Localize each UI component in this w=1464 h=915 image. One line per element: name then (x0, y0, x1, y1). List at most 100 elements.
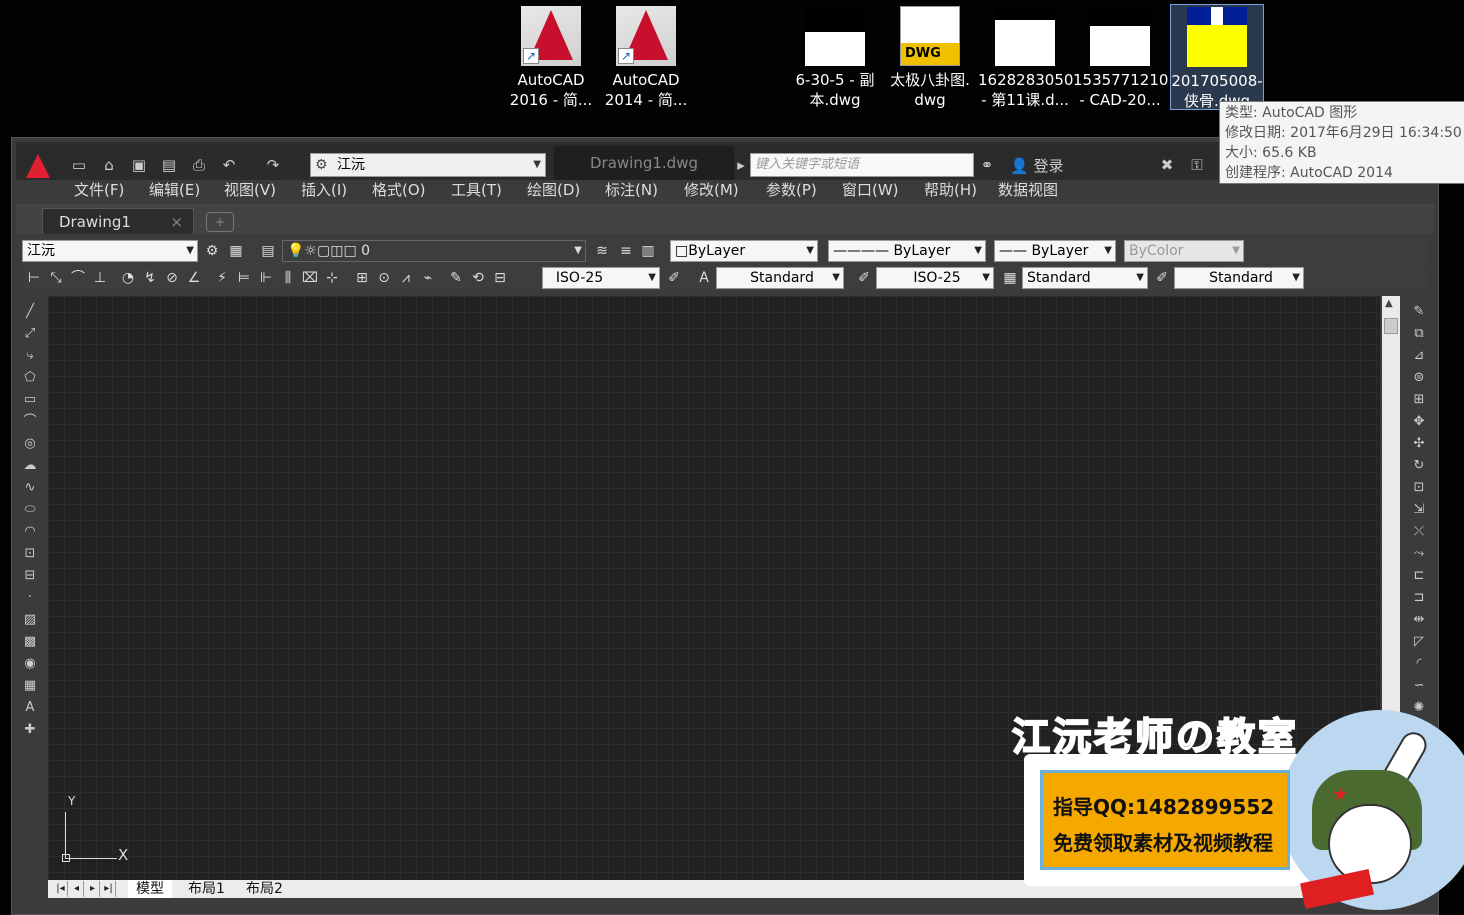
offset-icon[interactable]: ⊜ (1409, 368, 1429, 388)
ellipse-arc-icon[interactable]: ◠ (20, 522, 40, 542)
dwg-file-icon-3[interactable]: 1628283050 - 第11课.d... (978, 4, 1073, 110)
arc-icon[interactable]: ⌒ (20, 412, 40, 432)
menu-file[interactable]: 文件(F) (74, 180, 124, 200)
autocad-2014-shortcut[interactable]: ↗ AutoCAD 2014 - 简... (599, 4, 693, 110)
spline-icon[interactable]: ∿ (20, 478, 40, 498)
erase-icon[interactable]: ✎ (1409, 302, 1429, 322)
autocad-2016-shortcut[interactable]: ↗ AutoCAD 2016 - 简... (504, 4, 598, 110)
save-as-icon[interactable]: ▤ (158, 155, 180, 175)
menu-window[interactable]: 窗口(W) (842, 180, 899, 200)
undo-icon[interactable]: ↶ (218, 155, 240, 175)
menu-dimension[interactable]: 标注(N) (605, 180, 658, 200)
dim-override-icon[interactable]: ⊟ (490, 269, 510, 287)
linear-dimension-icon[interactable]: ⊢ (24, 269, 44, 287)
new-file-icon[interactable]: ▭ (68, 155, 90, 175)
stretch-icon[interactable]: ⇲ (1409, 500, 1429, 520)
dwg-file-icon-2[interactable]: DWG 太极八卦图. dwg (883, 4, 977, 110)
tab-drawing1[interactable]: Drawing1 × (42, 208, 194, 234)
menu-dataview[interactable]: 数据视图 (998, 180, 1058, 200)
menu-modify[interactable]: 修改(M) (684, 180, 739, 200)
menu-edit[interactable]: 编辑(E) (149, 180, 200, 200)
next-tab-icon[interactable]: ▸ (86, 881, 100, 897)
table-icon[interactable]: ▦ (20, 676, 40, 696)
dim-edit-icon[interactable]: ⌁ (418, 269, 438, 287)
menu-insert[interactable]: 插入(I) (301, 180, 347, 200)
break-at-point-icon[interactable]: ⊏ (1409, 566, 1429, 586)
menu-tools[interactable]: 工具(T) (451, 180, 502, 200)
dwg-file-icon-1[interactable]: 6-30-5 - 副 本.dwg (788, 4, 882, 110)
new-tab-button[interactable]: + (206, 212, 234, 232)
tolerance-icon[interactable]: ⊹ (322, 269, 342, 287)
point-icon[interactable]: · (20, 588, 40, 608)
join-icon[interactable]: ⇹ (1409, 610, 1429, 630)
quick-dimension-icon[interactable]: ⚡ (212, 269, 232, 287)
baseline-icon[interactable]: ⊨ (234, 269, 254, 287)
chamfer-icon[interactable]: ◸ (1409, 632, 1429, 652)
mleaderstyle-combo[interactable]: Standard ▼ (1174, 267, 1304, 289)
polyline-icon[interactable]: ⤷ (20, 346, 40, 366)
dim-text-edit-icon[interactable]: ✎ (446, 269, 466, 287)
tab-layout2[interactable]: 布局2 (240, 880, 289, 898)
make-current-layer-icon[interactable]: ≋ (592, 242, 612, 260)
tablestyle-icon[interactable]: ▦ (1000, 269, 1020, 287)
last-tab-icon[interactable]: ▸| (102, 881, 116, 897)
gear-icon[interactable]: ⚙ (202, 242, 222, 260)
copy-icon[interactable]: ⧉ (1409, 324, 1429, 344)
hatch-icon[interactable]: ▨ (20, 610, 40, 630)
angular-icon[interactable]: ∠ (184, 269, 204, 287)
rectangle-icon[interactable]: ▭ (20, 390, 40, 410)
diameter-icon[interactable]: ⊘ (162, 269, 182, 287)
break-icon[interactable]: ⊐ (1409, 588, 1429, 608)
dimstyle2-icon[interactable]: ✐ (854, 269, 874, 287)
dim-break-icon[interactable]: ⌧ (300, 269, 320, 287)
tablestyle-combo[interactable]: Standard ▼ (1022, 267, 1148, 289)
inspection-icon[interactable]: ⊙ (374, 269, 394, 287)
layer-combo[interactable]: 💡☼▢◫□ 0 ▼ (282, 240, 586, 262)
scale-icon[interactable]: ⊡ (1409, 478, 1429, 498)
polygon-icon[interactable]: ⬠ (20, 368, 40, 388)
dimstyle-combo[interactable]: ISO-25 ▼ (542, 267, 660, 289)
arc-length-icon[interactable]: ⌒ (68, 269, 88, 287)
add-selected-icon[interactable]: ✚ (20, 720, 40, 740)
scroll-up-icon[interactable]: ▲ (1385, 298, 1393, 309)
mirror-icon[interactable]: ⊿ (1409, 346, 1429, 366)
radius-icon[interactable]: ◔ (118, 269, 138, 287)
circle-icon[interactable]: ◎ (20, 434, 40, 454)
center-mark-icon[interactable]: ⊞ (352, 269, 372, 287)
expand-arrow-icon[interactable]: ▸ (730, 155, 752, 175)
workspace-combo[interactable]: 江沅 ▼ (22, 240, 198, 262)
dwg-file-icon-selected[interactable]: 201705008- 侠骨.dwg (1170, 4, 1264, 110)
fillet-icon[interactable]: ◜ (1409, 654, 1429, 674)
menu-format[interactable]: 格式(O) (372, 180, 426, 200)
login-button[interactable]: 👤 登录 (1010, 155, 1063, 176)
move-icon[interactable]: ✥ (1409, 412, 1429, 432)
jogged-linear-icon[interactable]: ⩘ (396, 269, 416, 287)
trim-icon[interactable]: ⤫ (1409, 522, 1429, 542)
aligned-dimension-icon[interactable]: ⤡ (46, 269, 66, 287)
print-icon[interactable]: ⎙ (188, 155, 210, 175)
open-file-icon[interactable]: ⌂ (98, 155, 120, 175)
workspace-selector[interactable]: ⚙ 江沅 ▼ (310, 153, 546, 177)
menu-help[interactable]: 帮助(H) (924, 180, 977, 200)
textstyle-combo[interactable]: Standard ▼ (716, 267, 844, 289)
app-store-icon[interactable]: ⚿ (1186, 155, 1208, 175)
make-block-icon[interactable]: ⊟ (20, 566, 40, 586)
application-menu-button[interactable] (22, 148, 58, 184)
search-input[interactable]: 键入关键字或短语 (750, 153, 974, 177)
ordinate-icon[interactable]: ⊥ (90, 269, 110, 287)
scroll-thumb[interactable] (1384, 318, 1398, 334)
construction-line-icon[interactable]: ⤢ (20, 324, 40, 344)
continue-icon[interactable]: ⊩ (256, 269, 276, 287)
blend-curves-icon[interactable]: ∽ (1409, 676, 1429, 696)
gradient-icon[interactable]: ▩ (20, 632, 40, 652)
dim-space-icon[interactable]: ⫼ (278, 269, 298, 287)
first-tab-icon[interactable]: |◂ (54, 881, 68, 897)
workspace-settings-icon[interactable]: ▦ (226, 242, 246, 260)
color-combo[interactable]: □ByLayer ▼ (670, 240, 818, 262)
array-icon[interactable]: ⊞ (1409, 390, 1429, 410)
dim-update-icon[interactable]: ⟲ (468, 269, 488, 287)
layer-properties-icon[interactable]: ▤ (258, 242, 278, 260)
dimstyle-icon[interactable]: ✐ (664, 269, 684, 287)
ellipse-icon[interactable]: ⬭ (20, 500, 40, 520)
lineweight-combo[interactable]: —— ByLayer ▼ (994, 240, 1116, 262)
